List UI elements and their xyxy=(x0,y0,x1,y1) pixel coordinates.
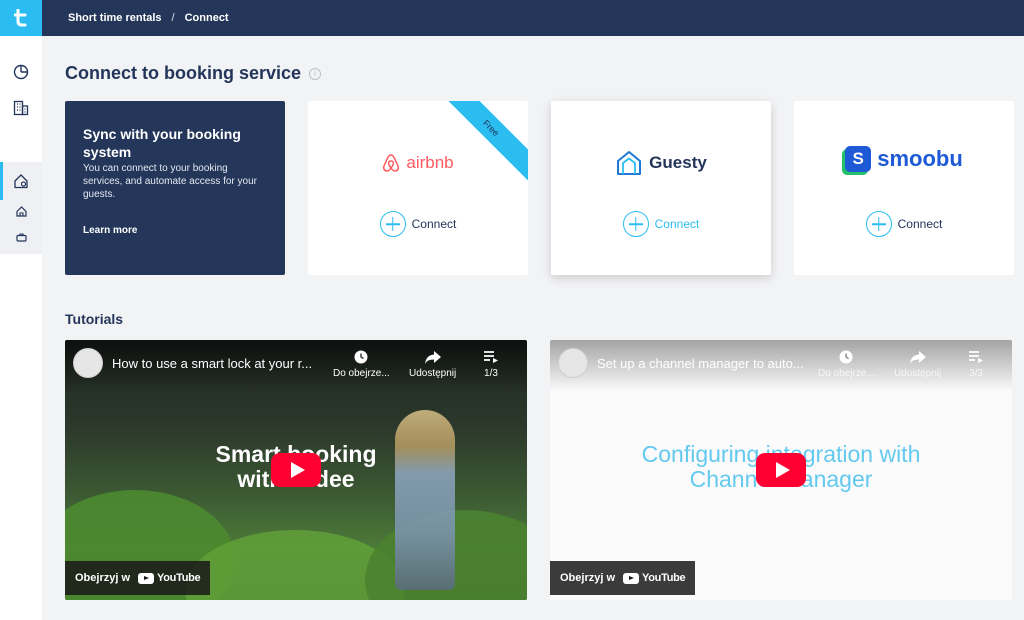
logo-t-icon xyxy=(14,9,27,27)
watch-on-label: Obejrzyj w xyxy=(560,572,616,584)
plus-circle-icon xyxy=(379,211,406,237)
smoobu-logo: S smoobu xyxy=(794,141,1014,177)
share-arrow-icon xyxy=(909,350,926,364)
service-card-airbnb[interactable]: Free airbnb Connect xyxy=(308,101,528,275)
connect-label: Connect xyxy=(654,217,700,231)
connect-label: Connect xyxy=(897,217,943,231)
guesty-wordmark: Guesty xyxy=(649,153,707,172)
playlist-icon xyxy=(484,351,498,363)
breadcrumb-current: Connect xyxy=(184,12,229,24)
playlist-icon xyxy=(969,351,983,363)
connect-label: Connect xyxy=(411,217,457,231)
airbnb-wordmark: airbnb xyxy=(406,153,454,172)
small-house-icon xyxy=(15,205,27,217)
pie-chart-icon xyxy=(13,64,29,80)
youtube-play-icon xyxy=(623,572,640,584)
info-icon[interactable]: i xyxy=(309,67,322,80)
youtube-wordmark: YouTube xyxy=(157,572,201,584)
breadcrumb: Short time rentals / Connect xyxy=(68,0,229,36)
sync-card-description: You can connect to your booking services… xyxy=(83,163,257,200)
tutorial-video-1[interactable]: How to use a smart lock at your r... Do … xyxy=(65,340,527,600)
share-arrow-icon xyxy=(424,350,441,364)
airbnb-logo: airbnb xyxy=(308,145,528,181)
channel-avatar[interactable] xyxy=(73,348,103,378)
playlist-position: 3/3 xyxy=(969,368,983,379)
watch-later-button[interactable]: Do obejrze... xyxy=(333,350,390,379)
person-shape xyxy=(395,410,455,590)
tutorial-video-2[interactable]: Set up a channel manager to auto... Do o… xyxy=(550,340,1012,600)
smoobu-wordmark: smoobu xyxy=(877,146,963,171)
learn-more-link[interactable]: Learn more xyxy=(83,225,137,236)
smoobu-s-icon: S xyxy=(845,146,872,172)
building-icon xyxy=(13,100,29,116)
share-button[interactable]: Udostępnij xyxy=(409,350,456,379)
watch-later-button[interactable]: Do obejrze... xyxy=(818,350,875,379)
watch-on-youtube-button[interactable]: Obejrzyj w YouTube xyxy=(65,561,211,595)
breadcrumb-root[interactable]: Short time rentals xyxy=(68,12,162,24)
sidebar-item-rentals[interactable] xyxy=(0,164,42,198)
youtube-wordmark: YouTube xyxy=(642,572,686,584)
youtube-logo: YouTube xyxy=(138,572,201,584)
top-bar: Short time rentals / Connect xyxy=(0,0,1024,36)
sidebar-item-bookings[interactable] xyxy=(0,224,42,250)
plus-circle-icon xyxy=(865,211,892,237)
airbnb-mark-icon xyxy=(383,154,400,172)
youtube-play-icon xyxy=(138,572,155,584)
guesty-house-icon xyxy=(617,151,642,175)
connect-guesty-button[interactable]: Connect xyxy=(551,211,771,237)
plus-circle-icon xyxy=(622,211,649,237)
guesty-logo: Guesty xyxy=(551,145,771,181)
page-title-text: Connect to booking service xyxy=(65,63,302,83)
share-label: Udostępnij xyxy=(409,368,457,379)
sidebar-item-dashboard[interactable] xyxy=(0,55,42,89)
share-button[interactable]: Udostępnij xyxy=(894,350,941,379)
clock-icon xyxy=(354,350,368,364)
tutorials-heading: Tutorials xyxy=(65,311,124,327)
play-button[interactable] xyxy=(271,453,321,487)
sync-card-title: Sync with your booking system xyxy=(83,126,241,160)
watch-on-label: Obejrzyj w xyxy=(75,572,131,584)
suitcase-icon xyxy=(15,232,27,242)
channel-avatar[interactable] xyxy=(558,348,588,378)
watch-later-label: Do obejrze... xyxy=(818,368,875,379)
playlist-button[interactable]: 3/3 xyxy=(969,350,983,379)
sidebar-item-buildings[interactable] xyxy=(0,91,42,125)
watch-on-youtube-button[interactable]: Obejrzyj w YouTube xyxy=(550,561,696,595)
breadcrumb-separator: / xyxy=(171,12,175,24)
service-card-smoobu[interactable]: S smoobu Connect xyxy=(794,101,1014,275)
playlist-button[interactable]: 1/3 xyxy=(484,350,498,379)
video-title[interactable]: How to use a smart lock at your r... xyxy=(112,356,312,371)
connect-smoobu-button[interactable]: Connect xyxy=(794,211,1014,237)
house-lock-icon xyxy=(14,174,28,189)
share-label: Udostępnij xyxy=(894,368,942,379)
tedee-logo[interactable] xyxy=(0,0,42,36)
playlist-position: 1/3 xyxy=(484,368,498,379)
sync-info-card: Sync with your booking system You can co… xyxy=(65,101,285,275)
sidebar-item-properties[interactable] xyxy=(0,198,42,224)
video-title[interactable]: Set up a channel manager to auto... xyxy=(597,356,804,371)
connect-airbnb-button[interactable]: Connect xyxy=(308,211,528,237)
clock-icon xyxy=(839,350,853,364)
watch-later-label: Do obejrze... xyxy=(333,368,390,379)
service-card-guesty[interactable]: Guesty Connect xyxy=(551,101,771,275)
page-title: Connect to booking service i xyxy=(65,63,322,84)
youtube-logo: YouTube xyxy=(623,572,686,584)
sidebar xyxy=(0,36,42,620)
play-button[interactable] xyxy=(756,453,806,487)
